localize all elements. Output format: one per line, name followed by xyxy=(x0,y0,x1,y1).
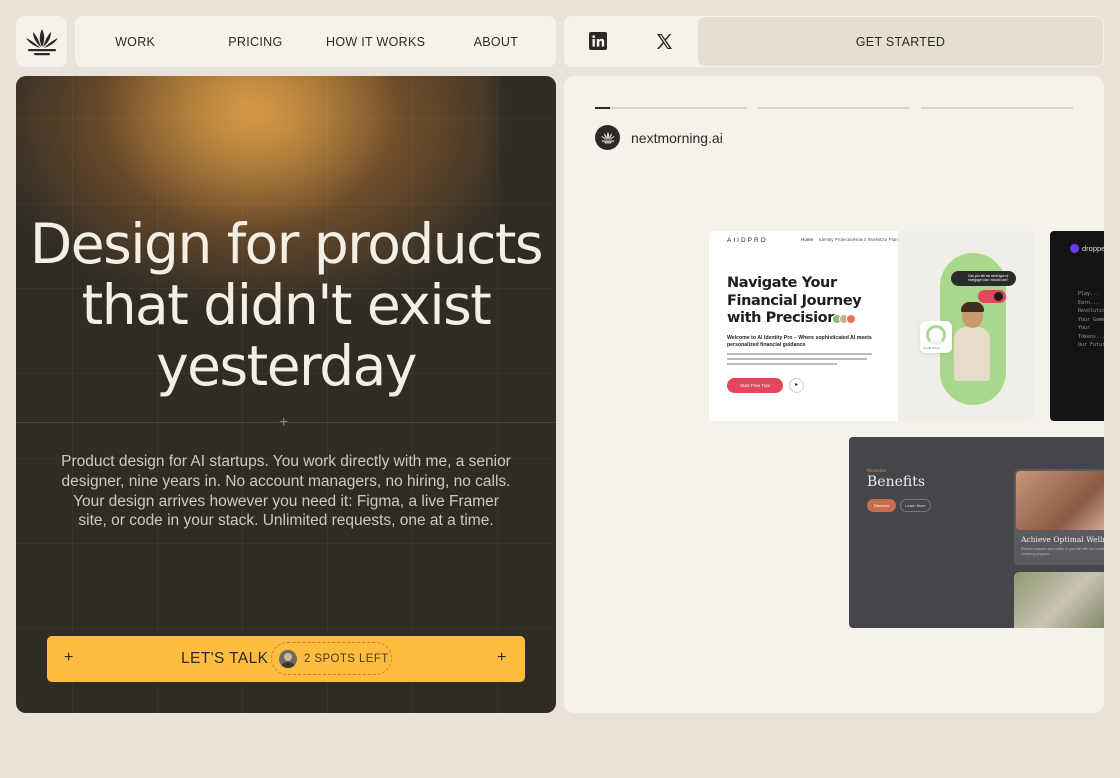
project-shot-droppe[interactable]: droppe Play... Earn... Revolution... You… xyxy=(1050,231,1104,421)
droppe-line: Play... xyxy=(1078,291,1100,297)
client-logo-icon xyxy=(595,125,620,150)
mock-nav-plans: Our Plans xyxy=(880,237,901,242)
headline-line-1: Design for products xyxy=(29,212,544,276)
lets-talk-button[interactable]: + LET'S TALK 2 SPOTS LEFT + xyxy=(47,636,525,682)
nav-how-it-works[interactable]: HOW IT WORKS xyxy=(316,35,436,49)
mock-nav-how: How it Works xyxy=(854,237,881,242)
benefits-learn-button: Learn More xyxy=(900,499,931,512)
mock-hero-image: Credit Score Can you tell me what type o… xyxy=(898,231,1034,421)
droppe-logo-icon xyxy=(1070,244,1079,253)
mock-person-body xyxy=(954,327,990,381)
mock-score-card: Credit Score xyxy=(920,321,952,353)
mock-chat-bubble: Can you tell me what type of mortgage lo… xyxy=(951,271,1016,286)
mock-brand: AIIDPRO xyxy=(727,237,768,244)
linkedin-icon[interactable] xyxy=(587,30,609,52)
droppe-lines: Play... Earn... Revolution... Your Game.… xyxy=(1078,290,1104,350)
mock-subheadline: Welcome to AI Identity Pro – Where sophi… xyxy=(727,335,872,348)
mock-headline-2: Financial Journey xyxy=(727,292,862,309)
nav-pricing[interactable]: PRICING xyxy=(195,35,315,49)
client-brand[interactable]: nextmorning.ai xyxy=(595,125,723,150)
benefits-card-image xyxy=(1016,471,1104,530)
mock-nav-home: Home xyxy=(801,237,814,242)
get-started-button[interactable]: GET STARTED xyxy=(698,17,1103,66)
project-shot-aiidpro[interactable]: AIIDPRO Home Identity Protection How it … xyxy=(709,231,1034,421)
plus-right-icon: + xyxy=(497,649,507,666)
droppe-brand: droppe xyxy=(1082,244,1104,253)
mock-body-lines xyxy=(727,353,877,365)
x-twitter-icon[interactable] xyxy=(653,30,675,52)
mock-avatars xyxy=(832,314,856,324)
nav-work[interactable]: WORK xyxy=(75,35,195,49)
plus-left-icon: + xyxy=(64,649,74,666)
nav-about[interactable]: ABOUT xyxy=(436,35,556,49)
hero-description: Product design for AI startups. You work… xyxy=(61,453,511,530)
mock-person-hair xyxy=(961,302,984,312)
progress-fill-1 xyxy=(595,107,611,109)
hero-card: Design for products that didn't exist ye… xyxy=(16,76,556,713)
droppe-line: Our Future... xyxy=(1078,342,1104,348)
project-shot-benefits[interactable]: Revitalize Benefits Discover Learn More … xyxy=(849,437,1104,628)
mock-score-label: Credit Score xyxy=(923,346,940,350)
spots-label: 2 SPOTS LEFT xyxy=(304,652,389,665)
logo[interactable] xyxy=(16,16,67,67)
mock-chat-badge xyxy=(978,290,1006,303)
mock-play-icon: ▸ xyxy=(789,378,804,393)
benefits-discover-button: Discover xyxy=(867,499,896,512)
headline-line-3: yesterday xyxy=(156,334,417,398)
benefits-card-2-image xyxy=(1014,572,1104,628)
benefits-card: Achieve Optimal Wellness Restore balance… xyxy=(1014,469,1104,565)
droppe-line: Revolution... xyxy=(1078,308,1104,314)
progress-bar-1[interactable] xyxy=(595,107,747,109)
plus-marker-icon: + xyxy=(279,414,289,431)
hero-headline: Design for products that didn't exist ye… xyxy=(16,214,556,397)
headline-line-2: that didn't exist xyxy=(81,273,492,337)
mock-trial-button: Start Free Trial xyxy=(727,378,783,393)
client-name: nextmorning.ai xyxy=(631,129,723,146)
droppe-line: Your Tokens... xyxy=(1078,325,1104,340)
mock-nav-identity: Identity Protection xyxy=(819,237,856,242)
lets-talk-label: LET'S TALK xyxy=(181,650,269,667)
benefits-card-text: Restore balance and vitality to your lif… xyxy=(1021,547,1104,556)
spots-badge: 2 SPOTS LEFT xyxy=(271,642,392,675)
showcase-card: nextmorning.ai AIIDPRO Home Identity Pro… xyxy=(564,76,1104,713)
avatar xyxy=(279,649,297,668)
benefits-card-title: Achieve Optimal Wellness xyxy=(1021,535,1104,544)
benefits-kicker: Revitalize xyxy=(867,468,887,473)
droppe-line: Earn... xyxy=(1078,299,1100,306)
progress-bar-3[interactable] xyxy=(921,107,1073,109)
benefits-title: Benefits xyxy=(867,474,926,490)
droppe-line: Your Game... xyxy=(1078,316,1104,323)
progress-bar-2[interactable] xyxy=(758,107,910,109)
header-actions: GET STARTED xyxy=(564,16,1104,67)
main-nav: WORK PRICING HOW IT WORKS ABOUT xyxy=(75,16,556,67)
mock-headline-1: Navigate Your xyxy=(727,275,837,291)
lotus-logo-icon xyxy=(25,28,58,55)
